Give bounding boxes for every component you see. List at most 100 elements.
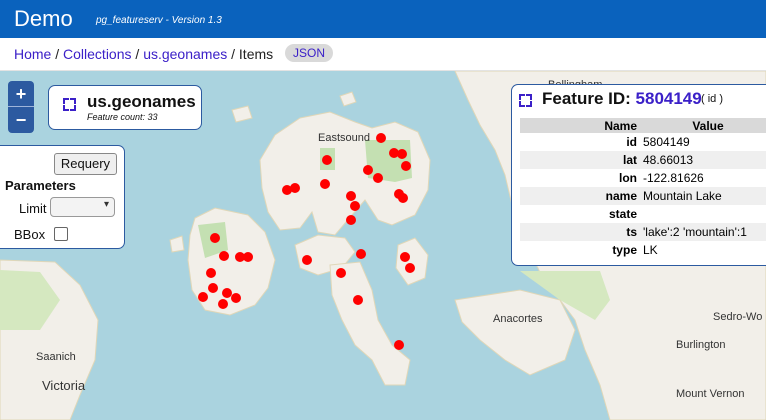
feature-point[interactable] bbox=[231, 293, 241, 303]
orcas-park bbox=[365, 140, 412, 182]
table-header-row: Name Value bbox=[520, 118, 766, 133]
feature-point[interactable] bbox=[363, 165, 373, 175]
zoom-control: + − bbox=[8, 81, 34, 133]
feature-point[interactable] bbox=[394, 340, 404, 350]
feature-point[interactable] bbox=[320, 179, 330, 189]
feature-point[interactable] bbox=[322, 155, 332, 165]
column-header-name: Name bbox=[520, 118, 641, 133]
breadcrumb-separator: / bbox=[131, 46, 144, 62]
map-label-eastsound: Eastsound bbox=[318, 132, 370, 144]
table-row: id 5804149 bbox=[520, 133, 766, 151]
map-label-sedro-woolley: Sedro-Wo bbox=[713, 311, 762, 323]
feature-point[interactable] bbox=[397, 149, 407, 159]
app-header: Demo pg_featureserv - Version 1.3 bbox=[0, 0, 766, 38]
island-sucia bbox=[339, 91, 357, 107]
feature-point[interactable] bbox=[198, 292, 208, 302]
island-lopez bbox=[329, 261, 411, 386]
feature-point[interactable] bbox=[290, 183, 300, 193]
table-row: type LK bbox=[520, 241, 766, 259]
breadcrumb-collection-link[interactable]: us.geonames bbox=[143, 46, 227, 62]
map-label-mount-vernon: Mount Vernon bbox=[676, 388, 745, 400]
property-key: lat bbox=[520, 151, 641, 169]
feature-point[interactable] bbox=[336, 268, 346, 278]
table-row: ts 'lake':2 'mountain':1 bbox=[520, 223, 766, 241]
feature-point[interactable] bbox=[373, 173, 383, 183]
feature-panel: Feature ID: 5804149 ( id ) Name Value id… bbox=[511, 84, 766, 266]
breadcrumb-bar: Home / Collections / us.geonames / Items… bbox=[0, 38, 766, 71]
feature-title: Feature ID: 5804149 bbox=[542, 89, 702, 109]
feature-point[interactable] bbox=[346, 191, 356, 201]
requery-button[interactable]: Requery bbox=[54, 153, 117, 175]
bbox-checkbox[interactable] bbox=[54, 227, 68, 241]
json-button[interactable]: JSON bbox=[285, 44, 333, 62]
feature-point[interactable] bbox=[218, 299, 228, 309]
feature-title-prefix: Feature ID: bbox=[542, 89, 636, 108]
limit-label: Limit bbox=[19, 201, 47, 216]
island-blakely bbox=[395, 237, 429, 286]
feature-point[interactable] bbox=[401, 161, 411, 171]
chevron-down-icon: ▾ bbox=[103, 199, 109, 210]
feature-point[interactable] bbox=[405, 263, 415, 273]
property-key: ts bbox=[520, 223, 641, 241]
island-small-west bbox=[169, 235, 185, 253]
map-label-saanich: Saanich bbox=[36, 351, 76, 363]
feature-count: Feature count: 33 bbox=[87, 112, 158, 122]
table-row: lon -122.81626 bbox=[520, 169, 766, 187]
property-key: id bbox=[626, 135, 637, 149]
brand-title[interactable]: Demo bbox=[14, 6, 73, 32]
column-header-value: Value bbox=[641, 118, 766, 133]
expand-icon[interactable] bbox=[519, 94, 532, 107]
feature-properties-table: Name Value id 5804149 lat 48.66013 lon -… bbox=[520, 118, 766, 259]
feature-point[interactable] bbox=[219, 251, 229, 261]
property-key: type bbox=[612, 243, 637, 257]
feature-point[interactable] bbox=[356, 249, 366, 259]
table-row: lat 48.66013 bbox=[520, 151, 766, 169]
map-label-burlington: Burlington bbox=[676, 339, 726, 351]
property-value: 5804149 bbox=[643, 135, 690, 149]
feature-point[interactable] bbox=[208, 283, 218, 293]
property-key: state bbox=[608, 207, 637, 221]
feature-point[interactable] bbox=[206, 268, 216, 278]
property-value: 48.66013 bbox=[641, 151, 766, 169]
feature-point[interactable] bbox=[350, 201, 360, 211]
table-row: state bbox=[520, 205, 766, 223]
version-label: pg_featureserv - Version 1.3 bbox=[96, 15, 222, 26]
property-key: lon bbox=[619, 171, 637, 185]
bbox-label: BBox bbox=[14, 227, 46, 242]
island-small-north bbox=[231, 105, 253, 123]
parameters-panel: Requery Parameters Limit ▾ BBox bbox=[0, 145, 125, 249]
breadcrumb-current: Items bbox=[238, 46, 274, 62]
collection-name: us.geonames bbox=[87, 92, 196, 111]
feature-point[interactable] bbox=[400, 252, 410, 262]
breadcrumb-separator: / bbox=[227, 46, 239, 62]
feature-id-link[interactable]: 5804149 bbox=[636, 89, 702, 108]
feature-point[interactable] bbox=[302, 255, 312, 265]
island-fidalgo bbox=[454, 289, 576, 376]
map-label-victoria: Victoria bbox=[42, 378, 86, 393]
feature-point[interactable] bbox=[222, 288, 232, 298]
feature-point[interactable] bbox=[210, 233, 220, 243]
limit-select[interactable]: ▾ bbox=[50, 197, 115, 217]
breadcrumb-home-link[interactable]: Home bbox=[14, 46, 51, 62]
feature-point[interactable] bbox=[353, 295, 363, 305]
property-key: name bbox=[520, 187, 641, 205]
feature-point[interactable] bbox=[376, 133, 386, 143]
parameters-title: Parameters bbox=[5, 178, 76, 193]
zoom-in-button[interactable]: + bbox=[8, 81, 34, 107]
table-row: name Mountain Lake bbox=[520, 187, 766, 205]
feature-point[interactable] bbox=[243, 252, 253, 262]
expand-icon[interactable] bbox=[63, 98, 76, 111]
property-value: Mountain Lake bbox=[641, 187, 766, 205]
feature-point[interactable] bbox=[346, 215, 356, 225]
breadcrumb-collections-link[interactable]: Collections bbox=[63, 46, 131, 62]
property-value: -122.81626 bbox=[643, 171, 704, 185]
feature-point[interactable] bbox=[398, 193, 408, 203]
property-value: 'lake':2 'mountain':1 bbox=[641, 223, 766, 241]
zoom-out-button[interactable]: − bbox=[8, 107, 34, 133]
breadcrumb-separator: / bbox=[51, 46, 64, 62]
property-value bbox=[641, 205, 766, 223]
property-value: LK bbox=[643, 243, 658, 257]
collection-panel: us.geonames Feature count: 33 bbox=[48, 85, 202, 130]
id-property-label: ( id ) bbox=[701, 93, 723, 105]
breadcrumb: Home / Collections / us.geonames / Items bbox=[14, 46, 273, 62]
